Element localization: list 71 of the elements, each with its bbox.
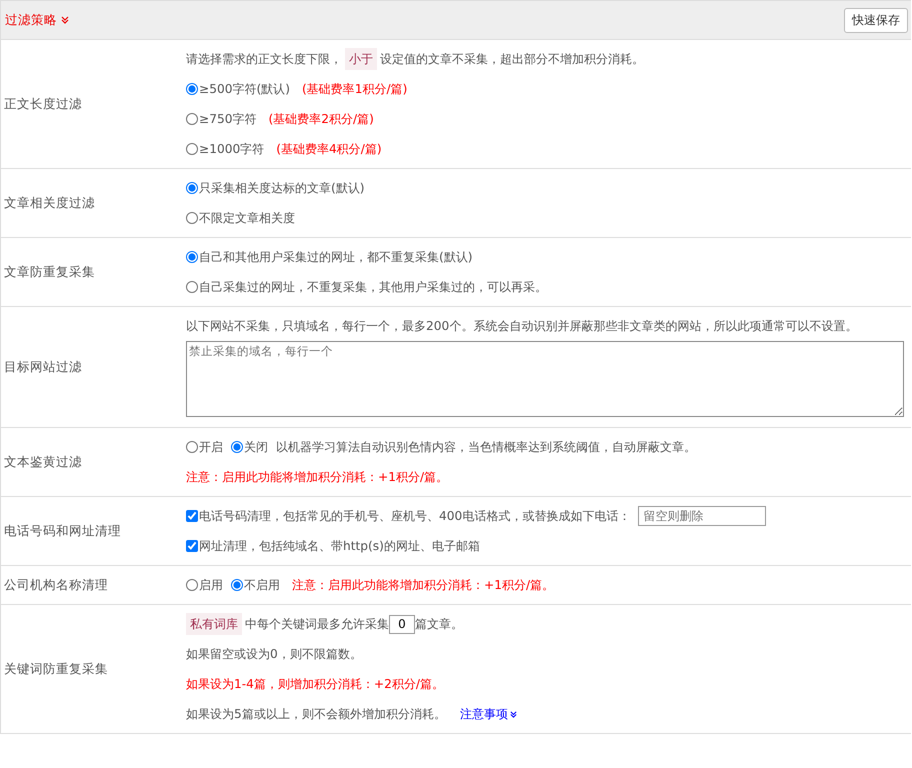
checkbox-option[interactable]: 电话号码清理，包括常见的手机号、座机号、400电话格式，或替换成如下电话： [186,501,630,531]
note-text: 注意：启用此功能将增加积分消耗：+1积分/篇。 [186,469,448,486]
radio-button[interactable] [186,251,198,263]
radio-option[interactable]: 不启用 [231,570,280,600]
radio-option[interactable]: ≥500字符(默认) [186,74,290,104]
radio-button[interactable] [186,143,198,155]
radio-button[interactable] [186,579,198,591]
setting-label: 电话号码和网址清理 [3,522,122,540]
keyword-tag: 私有词库 [186,613,242,635]
radio-button[interactable] [231,441,243,453]
description-text: 设定值的文章不采集，超出部分不增加积分消耗。 [380,51,644,68]
radio-button[interactable] [186,113,198,125]
count-field[interactable]: 0 [389,614,415,634]
description-text: 如果设为5篇或以上，则不会额外增加积分消耗。 [186,706,446,723]
setting-label: 目标网站过滤 [3,358,83,376]
option-label: 不启用 [244,577,280,594]
setting-label: 关键词防重复采集 [3,660,109,678]
description-text: 篇文章。 [415,616,463,633]
section-title[interactable]: 过滤策略 [5,12,57,28]
note-text: (基础费率2积分/篇) [268,111,374,128]
option-label: 电话号码清理，包括常见的手机号、座机号、400电话格式，或替换成如下电话： [199,508,630,525]
radio-option[interactable]: 自己和其他用户采集过的网址，都不重复采集(默认) [186,242,473,272]
option-label: 不限定文章相关度 [199,210,295,227]
option-label: 开启 [199,439,223,456]
radio-option[interactable]: ≥750字符 [186,104,256,134]
setting-label: 文章相关度过滤 [3,194,96,212]
radio-option[interactable]: 自己采集过的网址，不重复采集，其他用户采集过的，可以再采。 [186,272,547,302]
checkbox[interactable] [186,540,198,552]
option-label: 自己采集过的网址，不重复采集，其他用户采集过的，可以再采。 [199,279,547,296]
radio-option[interactable]: ≥1000字符 [186,134,264,164]
checkbox[interactable] [186,510,198,522]
radio-option[interactable]: 启用 [186,570,223,600]
description-text: 中每个关键词最多允许采集 [245,616,389,633]
option-label: 网址清理，包括纯域名、带http(s)的网址、电子邮箱 [199,538,480,555]
radio-option[interactable]: 只采集相关度达标的文章(默认) [186,173,365,203]
note-text: (基础费率4积分/篇) [276,141,382,158]
checkbox-option[interactable]: 网址清理，包括纯域名、带http(s)的网址、电子邮箱 [186,531,480,561]
option-label: 关闭 [244,439,268,456]
description-text: 以机器学习算法自动识别色情内容，当色情概率达到系统阈值，自动屏蔽文章。 [276,439,696,456]
setting-label: 公司机构名称清理 [3,576,109,594]
setting-label: 文章防重复采集 [3,264,96,280]
radio-option[interactable]: 关闭 [231,432,268,462]
radio-button[interactable] [186,182,198,194]
description-text: 如果留空或设为0，则不限篇数。 [186,646,362,663]
quick-save-button[interactable]: 快速保存 [844,8,908,32]
double-chevron-icon[interactable] [510,710,517,718]
note-text: 如果设为1-4篇，则增加积分消耗：+2积分/篇。 [186,676,444,693]
double-chevron-icon[interactable] [61,16,69,24]
option-label: ≥1000字符 [199,141,264,158]
keyword-tag: 小于 [345,48,377,70]
phone-field[interactable]: 留空则删除 [638,506,766,526]
setting-label: 正文长度过滤 [3,96,83,112]
description-text: 以下网站不采集，只填域名，每行一个，最多200个。系统会自动识别并屏蔽那些非文章类的网站，所以此项通常可以不设置。 [186,318,858,335]
radio-button[interactable] [186,83,198,95]
option-label: ≥500字符(默认) [199,81,290,98]
option-label: 自己和其他用户采集过的网址，都不重复采集(默认) [199,249,473,266]
radio-button[interactable] [186,212,198,224]
radio-button[interactable] [186,441,198,453]
description-text: 请选择需求的正文长度下限， [186,51,342,68]
radio-option[interactable]: 开启 [186,432,223,462]
radio-button[interactable] [186,281,198,293]
radio-option[interactable]: 不限定文章相关度 [186,203,295,233]
radio-button[interactable] [231,579,243,591]
note-text: (基础费率1积分/篇) [302,81,408,98]
notes-link[interactable]: 注意事项 [460,699,517,729]
option-label: ≥750字符 [199,111,256,128]
domain-textarea[interactable]: 禁止采集的域名，每行一个 [186,341,904,417]
note-text: 注意：启用此功能将增加积分消耗：+1积分/篇。 [292,577,554,594]
setting-label: 文本鉴黄过滤 [3,454,83,470]
option-label: 只采集相关度达标的文章(默认) [199,180,365,197]
option-label: 启用 [199,577,223,594]
